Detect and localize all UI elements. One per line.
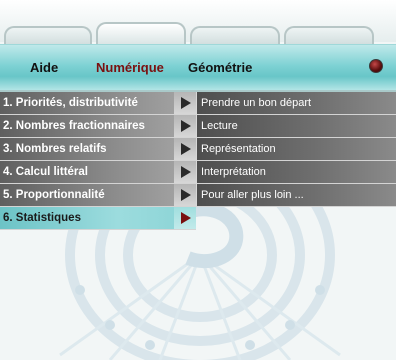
nav-geometrie-link[interactable]: Géométrie	[188, 60, 252, 75]
nav-numerique-link[interactable]: Numérique	[96, 60, 164, 75]
play-arrow-icon	[181, 189, 191, 201]
tab-1[interactable]	[4, 26, 92, 46]
main-navbar: Aide Numérique Géométrie	[0, 44, 396, 90]
menu-item-label: 4. Calcul littéral	[3, 166, 89, 178]
menu-item-label: 6. Statistiques	[3, 212, 81, 224]
nav-aide-link[interactable]: Aide	[30, 60, 58, 75]
play-arrow-icon	[181, 97, 191, 109]
menu-item-proportionnalite[interactable]: 5. Proportionnalité	[0, 184, 196, 207]
menu-item-label: 1. Priorités, distributivité	[3, 97, 138, 109]
play-arrow-icon	[181, 166, 191, 178]
tab-4[interactable]	[284, 26, 374, 46]
submenu-item-lecture[interactable]: Lecture	[197, 115, 396, 138]
menu-item-fractionnaires[interactable]: 2. Nombres fractionnaires	[0, 115, 196, 138]
chapter-menu: 1. Priorités, distributivité 2. Nombres …	[0, 92, 196, 230]
submenu-item-plus-loin[interactable]: Pour aller plus loin ...	[197, 184, 396, 207]
submenu-item-bon-depart[interactable]: Prendre un bon départ	[197, 92, 396, 115]
menu-item-priorites[interactable]: 1. Priorités, distributivité	[0, 92, 196, 115]
red-dot-icon[interactable]	[369, 59, 383, 73]
play-arrow-icon	[181, 212, 191, 224]
menu-item-relatifs[interactable]: 3. Nombres relatifs	[0, 138, 196, 161]
menu-item-calcul-litteral[interactable]: 4. Calcul littéral	[0, 161, 196, 184]
submenu: Prendre un bon départ Lecture Représenta…	[196, 92, 396, 207]
tab-2[interactable]	[96, 22, 186, 46]
submenu-item-interpretation[interactable]: Interprétation	[197, 161, 396, 184]
play-arrow-icon	[181, 120, 191, 132]
submenu-item-representation[interactable]: Représentation	[197, 138, 396, 161]
menu-item-label: 5. Proportionnalité	[3, 189, 105, 201]
tab-3[interactable]	[190, 26, 280, 46]
menu-item-label: 2. Nombres fractionnaires	[3, 120, 145, 132]
menu-item-statistiques[interactable]: 6. Statistiques	[0, 207, 196, 230]
menu-item-label: 3. Nombres relatifs	[3, 143, 107, 155]
play-arrow-icon	[181, 143, 191, 155]
